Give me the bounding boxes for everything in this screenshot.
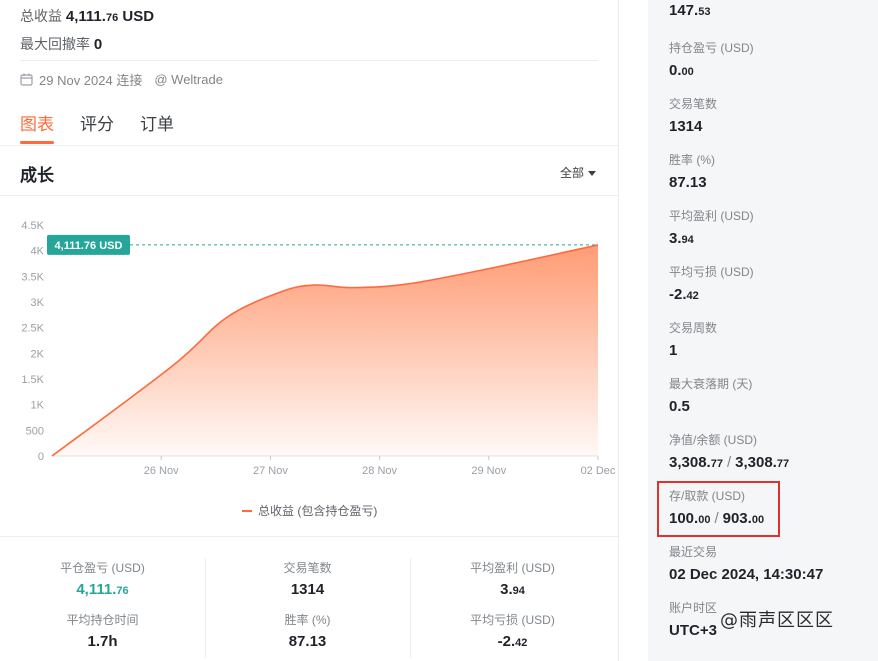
y-tick-label: 3K <box>31 297 45 309</box>
left-panel: 总收益 4,111.76 USD 最大回撤率 0 29 Nov 2024 连接 … <box>0 0 618 661</box>
y-tick-label: 4.5K <box>21 220 44 232</box>
max-drawdown-value: 0 <box>93 36 103 53</box>
y-tick-label: 3.5K <box>21 271 44 283</box>
tab-chart[interactable]: 图表 <box>20 110 54 144</box>
stat-win-rate: 胜率 (%) 87.13 <box>284 613 331 650</box>
total-profit-value: 4,111.76 USD <box>65 8 155 25</box>
bottom-stats: 平仓盈亏 (USD) 4,111.76 交易笔数 1314 平均盈利 (USD)… <box>0 538 618 661</box>
total-profit-label: 总收益 <box>20 8 62 24</box>
growth-title: 成长 <box>20 166 54 185</box>
growth-area <box>52 244 598 456</box>
stat-closed-pnl: 平仓盈亏 (USD) 4,111.76 <box>60 561 145 598</box>
tab-bar: 图表 评分 订单 <box>20 110 174 144</box>
x-tick-label: 26 Nov <box>144 465 179 477</box>
stat-avg-profit: 平均盈利 (USD) 3.94 <box>470 561 555 598</box>
connection-meta: 29 Nov 2024 连接 @ Weltrade <box>20 70 223 89</box>
caret-down-icon <box>588 166 597 180</box>
right-stat-trade-count: 交易笔数 1314 <box>669 97 718 135</box>
tab-rating[interactable]: 评分 <box>80 110 114 144</box>
y-tick-label: 2K <box>31 348 45 360</box>
tab-orders[interactable]: 订单 <box>140 110 174 144</box>
right-stat-avg-loss: 平均亏损 (USD) -2.42 <box>669 265 754 303</box>
connect-date: 29 Nov 2024 连接 <box>39 73 143 88</box>
right-stat-last-trade: 最近交易 02 Dec 2024, 14:30:47 <box>669 545 824 583</box>
calendar-icon <box>20 73 33 86</box>
divider <box>0 536 618 537</box>
broker-link[interactable]: @ Weltrade <box>154 72 223 87</box>
x-tick-label: 02 Dec <box>581 465 616 477</box>
stat-avg-loss: 平均亏损 (USD) -2.42 <box>470 613 555 650</box>
y-tick-label: 4K <box>31 246 45 258</box>
range-label: 全部 <box>560 166 585 180</box>
last-value-label: 4,111.76 USD <box>55 240 123 252</box>
watermark-text: @雨声区区区 <box>720 610 834 631</box>
right-stat-avg-profit: 平均盈利 (USD) 3.94 <box>669 209 754 247</box>
y-tick-label: 1.5K <box>21 374 44 386</box>
total-profit-line: 总收益 4,111.76 USD <box>20 6 154 26</box>
right-stat-max-decline-days: 最大衰落期 (天) 0.5 <box>669 377 753 415</box>
y-tick-label: 0 <box>38 451 44 463</box>
divider <box>20 60 598 61</box>
legend-label: 总收益 (包含持仓盈亏) <box>258 504 378 518</box>
x-tick-label: 28 Nov <box>362 465 397 477</box>
divider <box>0 195 618 196</box>
stat-trade-count: 交易笔数 1314 <box>283 561 332 598</box>
y-tick-label: 500 <box>26 425 44 437</box>
stat-avg-hold-time: 平均持仓时间 1.7h <box>66 613 139 650</box>
max-drawdown-label: 最大回撤率 <box>20 36 90 52</box>
legend-swatch <box>242 509 252 512</box>
y-tick-label: 2.5K <box>21 323 44 335</box>
right-stat-trading-weeks: 交易周数 1 <box>669 321 718 359</box>
right-stat-balance-partial: 147.53 <box>669 2 711 19</box>
divider <box>0 145 618 146</box>
growth-chart[interactable]: 0 500 1K 1.5K 2K 2.5K 3K 3.5K 4K 4.5K 26 Nov 27 Nov… <box>0 208 618 498</box>
x-tick-label: 27 Nov <box>253 465 288 477</box>
range-select[interactable]: 全部 <box>560 164 597 181</box>
x-tick-label: 29 Nov <box>471 465 506 477</box>
right-stat-win-rate: 胜率 (%) 87.13 <box>669 153 715 191</box>
right-stat-timezone: 账户时区 UTC+3 <box>669 601 718 639</box>
max-drawdown-line: 最大回撤率 0 <box>20 34 102 54</box>
chart-legend: 总收益 (包含持仓盈亏) <box>242 502 377 519</box>
right-stat-open-pnl: 持仓盈亏 (USD) 0.00 <box>669 41 754 79</box>
deposit-withdraw-highlight-box <box>657 481 780 537</box>
y-tick-label: 1K <box>31 400 45 412</box>
right-stat-equity-balance: 净值/余额 (USD) 3,308.77/3,308.77 <box>669 433 790 471</box>
